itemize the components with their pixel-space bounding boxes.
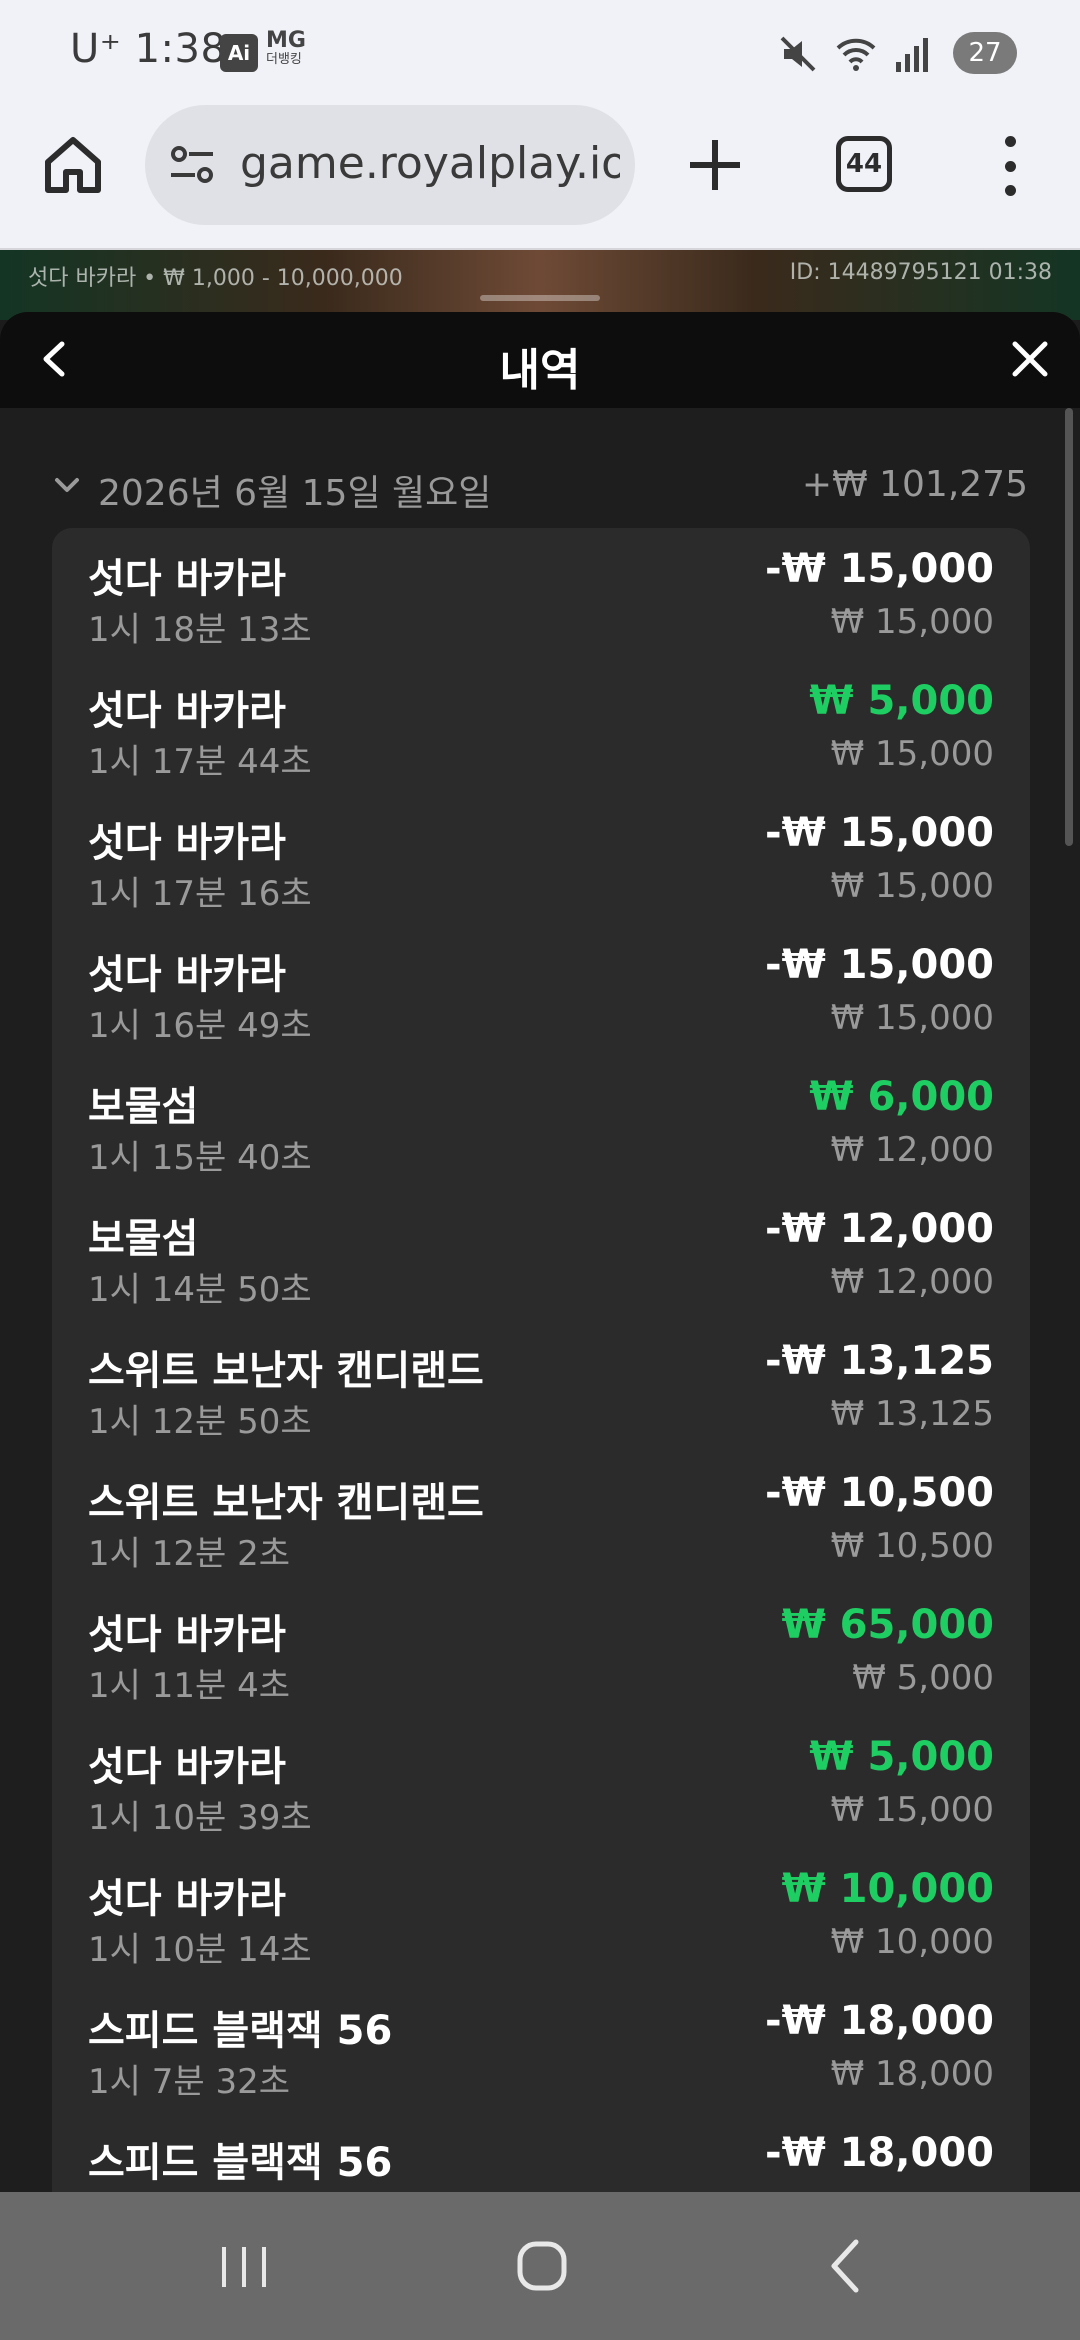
result-amount: -₩ 18,000 (764, 2130, 994, 2176)
history-row[interactable]: 스위트 보난자 캔디랜드 1시 12분 50초 -₩ 13,125 ₩ 13,125 (52, 1338, 1030, 1470)
history-row[interactable]: 섯다 바카라 1시 11분 4초 ₩ 65,000 ₩ 5,000 (52, 1602, 1030, 1734)
sheet-title: 내역 (499, 345, 581, 396)
home-nav-icon[interactable] (516, 2240, 568, 2292)
history-row[interactable]: 스위트 보난자 캔디랜드 1시 12분 2초 -₩ 10,500 ₩ 10,500 (52, 1470, 1030, 1602)
bet-amount: ₩ 12,000 (830, 1130, 994, 1170)
result-amount: -₩ 10,500 (764, 1470, 994, 1516)
tab-switcher-button[interactable]: 44 (836, 136, 892, 192)
home-button[interactable] (38, 130, 108, 200)
play-time: 1시 10분 14초 (88, 1930, 312, 1970)
history-row[interactable]: 섯다 바카라 1시 10분 14초 ₩ 10,000 ₩ 10,000 (52, 1866, 1030, 1998)
bet-amount: ₩ 15,000 (830, 866, 994, 906)
game-name: 스피드 블랙잭 56 (88, 2008, 393, 2054)
result-amount: -₩ 15,000 (764, 942, 994, 988)
address-bar[interactable]: game.royalplay.io (145, 105, 635, 225)
close-icon[interactable] (1005, 334, 1055, 384)
game-id: ID: 14489795121 01:38 (789, 260, 1052, 285)
date-label: 2026년 6월 15일 월요일 (98, 473, 492, 514)
game-info: 섯다 바카라 • ₩ 1,000 - 10,000,000 (28, 266, 403, 291)
game-name: 섯다 바카라 (88, 1876, 286, 1922)
bet-amount: ₩ 15,000 (830, 602, 994, 642)
status-time: U⁺ 1:38 (70, 26, 227, 72)
history-row[interactable]: 섯다 바카라 1시 10분 39초 ₩ 5,000 ₩ 15,000 (52, 1734, 1030, 1866)
result-amount: -₩ 13,125 (764, 1338, 994, 1384)
result-amount: -₩ 12,000 (764, 1206, 994, 1252)
play-time: 1시 14분 50초 (88, 1270, 312, 1310)
play-time: 1시 18분 13초 (88, 610, 312, 650)
result-amount: -₩ 18,000 (764, 1998, 994, 2044)
game-name: 스위트 보난자 캔디랜드 (88, 1348, 484, 1394)
game-name: 보물섬 (88, 1216, 199, 1262)
bet-amount: ₩ 5,000 (852, 1658, 994, 1698)
back-nav-icon[interactable] (826, 2236, 866, 2296)
bet-amount: ₩ 15,000 (830, 998, 994, 1038)
new-tab-button[interactable] (680, 130, 750, 200)
sheet-header: 내역 (0, 312, 1080, 408)
play-time: 1시 15분 40초 (88, 1138, 312, 1178)
date-total: +₩ 101,275 (801, 464, 1028, 505)
history-row[interactable]: 섯다 바카라 1시 16분 49초 -₩ 15,000 ₩ 15,000 (52, 942, 1030, 1074)
recent-apps-icon[interactable] (216, 2242, 272, 2292)
mute-icon (780, 36, 816, 72)
bet-amount: ₩ 18,000 (830, 2054, 994, 2094)
bet-amount: ₩ 10,000 (830, 1922, 994, 1962)
battery-indicator: 27 (953, 32, 1017, 74)
result-amount: ₩ 10,000 (781, 1866, 994, 1912)
game-name: 섯다 바카라 (88, 1612, 286, 1658)
bet-amount: ₩ 12,000 (830, 1262, 994, 1302)
chevron-down-icon[interactable] (52, 470, 82, 500)
wifi-icon (836, 38, 876, 71)
play-time: 1시 12분 50초 (88, 1402, 312, 1442)
browser-toolbar: game.royalplay.io 44 (0, 100, 1080, 250)
url-text[interactable]: game.royalplay.io (240, 138, 620, 189)
game-name: 스피드 블랙잭 56 (88, 2140, 393, 2186)
status-icons (778, 34, 930, 74)
history-row[interactable]: 스피드 블랙잭 56 -₩ 18,000 (52, 2130, 1030, 2192)
history-row[interactable]: 보물섬 1시 14분 50초 -₩ 12,000 ₩ 12,000 (52, 1206, 1030, 1338)
game-name: 스위트 보난자 캔디랜드 (88, 1480, 484, 1526)
status-bar: U⁺ 1:38 Ai MG 더뱅킹 27 (0, 0, 1080, 100)
game-background-strip: 섯다 바카라 • ₩ 1,000 - 10,000,000 ID: 144897… (0, 250, 1080, 320)
game-name: 보물섬 (88, 1084, 199, 1130)
history-row[interactable]: 섯다 바카라 1시 17분 16초 -₩ 15,000 ₩ 15,000 (52, 810, 1030, 942)
game-name: 섯다 바카라 (88, 1744, 286, 1790)
play-time: 1시 7분 32초 (88, 2062, 290, 2102)
result-amount: -₩ 15,000 (764, 546, 994, 592)
history-row[interactable]: 섯다 바카라 1시 18분 13초 -₩ 15,000 ₩ 15,000 (52, 546, 1030, 678)
result-amount: -₩ 15,000 (764, 810, 994, 856)
bet-amount: ₩ 15,000 (830, 1790, 994, 1830)
mg-badge: MG 더뱅킹 (266, 28, 306, 68)
signal-icon (896, 38, 928, 72)
result-amount: ₩ 65,000 (781, 1602, 994, 1648)
bet-amount: ₩ 13,125 (830, 1394, 994, 1434)
history-row[interactable]: 스피드 블랙잭 56 1시 7분 32초 -₩ 18,000 ₩ 18,000 (52, 1998, 1030, 2130)
play-time: 1시 11분 4초 (88, 1666, 290, 1706)
play-time: 1시 16분 49초 (88, 1006, 312, 1046)
history-row[interactable]: 섯다 바카라 1시 17분 44초 ₩ 5,000 ₩ 15,000 (52, 678, 1030, 810)
game-name: 섯다 바카라 (88, 556, 286, 602)
bet-amount: ₩ 15,000 (830, 734, 994, 774)
more-menu-button[interactable] (990, 136, 1030, 196)
game-name: 섯다 바카라 (88, 688, 286, 734)
result-amount: ₩ 6,000 (809, 1074, 994, 1120)
history-list: 섯다 바카라 1시 18분 13초 -₩ 15,000 ₩ 15,000 섯다 바카라 1… (52, 528, 1030, 2192)
drag-handle[interactable] (480, 295, 600, 301)
ai-badge: Ai (220, 34, 258, 72)
game-name: 섯다 바카라 (88, 952, 286, 998)
result-amount: ₩ 5,000 (809, 1734, 994, 1780)
game-name: 섯다 바카라 (88, 820, 286, 866)
site-settings-icon[interactable] (167, 143, 217, 187)
play-time: 1시 17분 44초 (88, 742, 312, 782)
history-sheet: 내역 2026년 6월 15일 월요일 +₩ 101,275 섯다 바카라 1시 … (0, 312, 1080, 2192)
play-time: 1시 10분 39초 (88, 1798, 312, 1838)
date-group-header[interactable]: 2026년 6월 15일 월요일 +₩ 101,275 (0, 462, 1080, 514)
navigation-bar (0, 2192, 1080, 2340)
play-time: 1시 17분 16초 (88, 874, 312, 914)
result-amount: ₩ 5,000 (809, 678, 994, 724)
play-time: 1시 12분 2초 (88, 1534, 290, 1574)
history-row[interactable]: 보물섬 1시 15분 40초 ₩ 6,000 ₩ 12,000 (52, 1074, 1030, 1206)
bet-amount: ₩ 10,500 (830, 1526, 994, 1566)
